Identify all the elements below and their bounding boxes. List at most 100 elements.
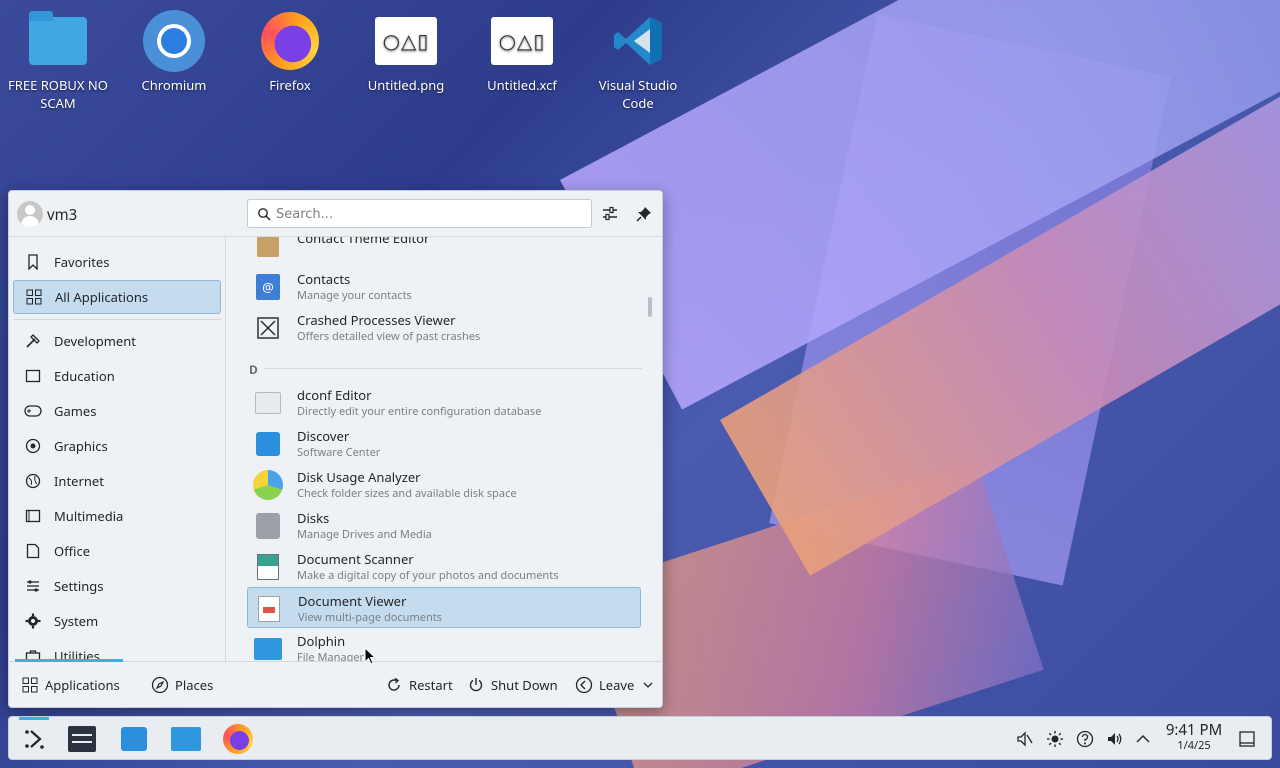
category-sidebar: Favorites All Applications Development E… — [9, 237, 226, 661]
tab-applications-label: Applications — [45, 676, 120, 694]
category-favorites[interactable]: Favorites — [13, 245, 221, 279]
app-discover[interactable]: Discover Software Center — [247, 423, 641, 464]
desktop-icon-untitled-png[interactable]: ○△▯ Untitled.png — [350, 8, 462, 94]
category-label: Office — [54, 542, 91, 560]
kde-logo-icon — [25, 730, 44, 749]
shutdown-label: Shut Down — [491, 676, 558, 694]
search-input[interactable] — [276, 204, 576, 224]
search-box[interactable] — [247, 199, 592, 228]
taskbar-dolphin[interactable] — [171, 724, 201, 754]
category-utilities[interactable]: Utilities — [13, 639, 221, 661]
show-desktop-button[interactable] — [1237, 729, 1257, 749]
desktop-icon-chromium[interactable]: Chromium — [118, 8, 230, 94]
sliders-icon — [603, 206, 617, 221]
app-contacts[interactable]: @ Contacts Manage your contacts — [247, 266, 641, 307]
category-label: Development — [54, 332, 136, 350]
restart-label: Restart — [409, 676, 453, 694]
category-games[interactable]: Games — [13, 394, 221, 428]
app-launcher-button[interactable] — [19, 724, 49, 754]
desktop-icon-firefox[interactable]: Firefox — [234, 8, 346, 94]
category-label: Favorites — [54, 253, 110, 271]
category-office[interactable]: Office — [13, 534, 221, 568]
category-development[interactable]: Development — [13, 324, 221, 358]
firefox-icon — [223, 724, 253, 754]
chevron-up-icon — [1136, 735, 1150, 743]
dolphin-folder-icon — [171, 727, 201, 751]
app-description: Make a digital copy of your photos and d… — [297, 568, 559, 583]
hammer-icon — [26, 334, 40, 348]
app-description: Directly edit your entire configuration … — [297, 404, 542, 419]
volume-button[interactable] — [1105, 729, 1125, 749]
category-internet[interactable]: Internet — [13, 464, 221, 498]
app-description: Check folder sizes and available disk sp… — [297, 486, 517, 501]
desktop-icon-vscode[interactable]: Visual Studio Code — [582, 8, 694, 112]
app-description: Manage Drives and Media — [297, 527, 432, 542]
show-hidden-tray-button[interactable] — [1133, 729, 1153, 749]
digital-clock[interactable]: 9:41 PM 1/4/25 — [1159, 722, 1229, 753]
gear-icon — [25, 613, 41, 629]
disk-icon — [256, 513, 280, 539]
category-label: Settings — [54, 577, 104, 595]
desktop-icon-folder[interactable]: FREE ROBUX NO SCAM — [2, 8, 114, 112]
discover-icon — [256, 432, 280, 456]
category-label: Games — [54, 402, 97, 420]
app-description: Offers detailed view of past crashes — [297, 329, 481, 344]
grid-icon — [22, 677, 38, 693]
pin-icon — [636, 207, 651, 222]
taskbar-discover[interactable] — [119, 724, 149, 754]
shutdown-button[interactable]: Shut Down — [467, 674, 558, 696]
scrollbar[interactable] — [648, 237, 658, 661]
dconf-icon — [255, 392, 281, 414]
category-settings[interactable]: Settings — [13, 569, 221, 603]
pin-button[interactable] — [633, 203, 655, 225]
volume-icon — [1108, 733, 1122, 745]
discover-icon — [121, 727, 147, 751]
help-button[interactable] — [1075, 729, 1095, 749]
app-name: dconf Editor — [297, 386, 372, 404]
tab-applications[interactable]: Applications — [21, 674, 120, 696]
app-dolphin[interactable]: Dolphin File Manager — [247, 628, 641, 661]
application-list: Contact Theme Editor @ Contacts Manage y… — [244, 237, 644, 661]
scanner-icon — [257, 554, 279, 580]
category-multimedia[interactable]: Multimedia — [13, 499, 221, 533]
leave-button[interactable]: Leave — [575, 674, 654, 696]
clock-time: 9:41 PM — [1165, 720, 1223, 740]
xcf-file-icon: ○△▯ — [491, 17, 553, 65]
app-name: Contacts — [297, 270, 351, 288]
category-graphics[interactable]: Graphics — [13, 429, 221, 463]
avatar[interactable] — [17, 201, 43, 227]
category-all-applications[interactable]: All Applications — [13, 280, 221, 314]
app-description: File Manager — [297, 650, 365, 661]
app-document-viewer[interactable]: Document Viewer View multi-page document… — [247, 587, 641, 628]
app-contact-theme-editor[interactable]: Contact Theme Editor — [247, 237, 641, 266]
app-name: Document Scanner — [297, 550, 414, 568]
app-name: Disk Usage Analyzer — [297, 468, 421, 486]
app-description: View multi-page documents — [298, 610, 442, 625]
search-icon — [258, 208, 271, 221]
app-disks[interactable]: Disks Manage Drives and Media — [247, 505, 641, 546]
restart-button[interactable]: Restart — [385, 674, 453, 696]
folder-icon — [29, 11, 87, 65]
section-letter: D — [249, 361, 258, 378]
category-label: Multimedia — [54, 507, 124, 525]
palette-icon — [25, 438, 41, 454]
tab-places[interactable]: Places — [151, 674, 213, 696]
multimedia-icon — [25, 509, 41, 523]
category-education[interactable]: Education — [13, 359, 221, 393]
configure-button[interactable] — [599, 203, 621, 225]
crash-icon — [257, 317, 279, 339]
mute-button[interactable] — [1015, 729, 1035, 749]
desktop-icon-untitled-xcf[interactable]: ○△▯ Untitled.xcf — [466, 8, 578, 94]
taskbar-firefox[interactable] — [223, 724, 253, 754]
launcher-footer: Applications Places Restart Shut Down Le… — [9, 659, 662, 707]
app-dconf-editor[interactable]: dconf Editor Directly edit your entire c… — [247, 382, 641, 423]
launcher-header: vm3 — [9, 191, 662, 237]
app-crashed-processes-viewer[interactable]: Crashed Processes Viewer Offers detailed… — [247, 307, 641, 348]
help-icon — [1076, 730, 1094, 748]
brightness-button[interactable] — [1045, 729, 1065, 749]
taskbar-system-settings[interactable] — [67, 724, 97, 754]
app-disk-usage-analyzer[interactable]: Disk Usage Analyzer Check folder sizes a… — [247, 464, 641, 505]
app-document-scanner[interactable]: Document Scanner Make a digital copy of … — [247, 546, 641, 587]
category-system[interactable]: System — [13, 604, 221, 638]
category-label: Education — [54, 367, 115, 385]
